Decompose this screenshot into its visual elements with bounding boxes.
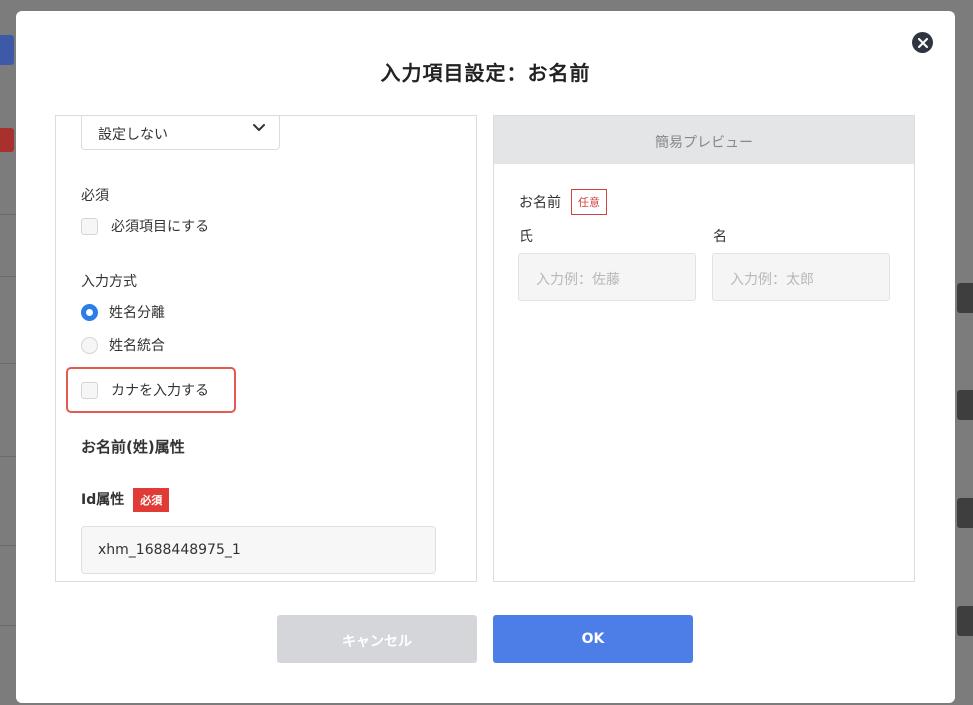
first-name-label: 名 xyxy=(713,229,727,245)
select-value: 設定しない xyxy=(98,127,168,143)
chevron-down-icon xyxy=(253,124,265,131)
bg-divider xyxy=(0,363,16,364)
radio-separate-label: 姓名分離 xyxy=(109,305,165,321)
bg-divider xyxy=(0,214,16,215)
attr-section-title: お名前(姓)属性 xyxy=(81,438,185,456)
kana-checkbox[interactable] xyxy=(81,381,98,399)
radio-separate[interactable] xyxy=(81,303,98,321)
id-attr-input[interactable]: xhm_1688448975_1 xyxy=(81,526,436,574)
optional-badge: 任意 xyxy=(571,189,607,215)
bg-divider xyxy=(0,456,16,457)
modal-title: 入力項目設定：お名前 xyxy=(380,61,591,85)
kana-checkbox-label: カナを入力する xyxy=(111,383,209,399)
input-method-label: 入力方式 xyxy=(81,274,137,290)
kana-checkbox-row[interactable]: カナを入力する xyxy=(81,380,209,400)
cancel-button[interactable]: キャンセル xyxy=(277,615,477,663)
first-name-input[interactable]: 入力例：太郎 xyxy=(712,253,890,301)
radio-separate-row[interactable]: 姓名分離 xyxy=(81,302,165,322)
bg-blue-chip xyxy=(0,35,14,65)
bg-right-button xyxy=(957,498,973,528)
preview-field-label-row: お名前 任意 xyxy=(519,189,607,215)
last-name-label: 氏 xyxy=(519,229,533,245)
preview-header: 簡易プレビュー xyxy=(494,116,914,164)
bg-divider xyxy=(0,545,16,546)
bg-red-chip xyxy=(0,128,14,152)
radio-combined[interactable] xyxy=(81,336,98,354)
radio-combined-label: 姓名統合 xyxy=(109,338,165,354)
required-checkbox[interactable] xyxy=(81,217,98,235)
ok-button[interactable]: OK xyxy=(493,615,693,663)
radio-combined-row[interactable]: 姓名統合 xyxy=(81,335,165,355)
setting-select[interactable]: 設定しない xyxy=(81,116,280,150)
last-name-input[interactable]: 入力例：佐藤 xyxy=(518,253,696,301)
bg-right-button xyxy=(957,606,973,636)
close-icon xyxy=(917,37,928,48)
required-badge: 必須 xyxy=(133,488,170,512)
preview-panel: 簡易プレビュー お名前 任意 氏 名 入力例：佐藤 入力例：太郎 xyxy=(493,115,915,582)
bg-divider xyxy=(0,276,16,277)
required-section-label: 必須 xyxy=(81,188,109,204)
required-checkbox-row[interactable]: 必須項目にする xyxy=(81,216,209,236)
close-button[interactable] xyxy=(912,32,933,53)
bg-divider xyxy=(0,625,16,626)
bg-right-button xyxy=(957,390,973,420)
preview-field-label: お名前 xyxy=(519,195,561,211)
settings-panel[interactable]: 設定しない 必須 必須項目にする 入力方式 姓名分離 姓名統合 カナを入力する … xyxy=(55,115,477,582)
id-attr-label: Id属性 xyxy=(81,492,125,508)
id-attr-label-row: Id属性 必須 xyxy=(81,488,170,512)
bg-right-button xyxy=(957,283,973,313)
settings-modal: 入力項目設定：お名前 設定しない 必須 必須項目にする 入力方式 姓名分離 姓名… xyxy=(16,11,955,703)
required-checkbox-label: 必須項目にする xyxy=(111,219,210,235)
